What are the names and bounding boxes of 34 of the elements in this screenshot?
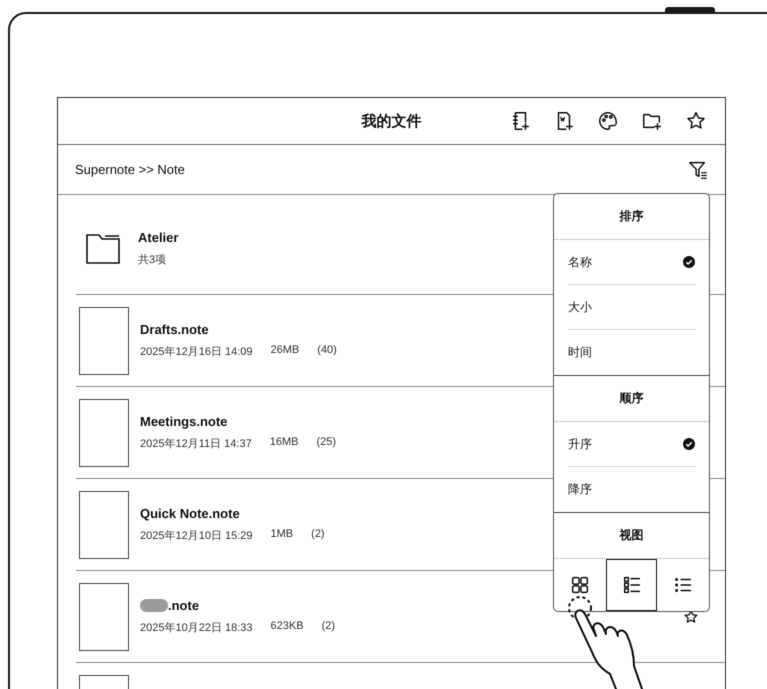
menu-heading: 顺序	[554, 376, 709, 422]
breadcrumb[interactable]: Supernote >> Note	[75, 162, 185, 177]
file-thumbnail[interactable]	[79, 582, 129, 650]
file-info: (2)	[311, 528, 325, 542]
file-info: 2025年12月10日 15:29	[140, 529, 253, 543]
file-thumbnail[interactable]	[79, 306, 129, 374]
file-info: 共3项	[138, 253, 166, 267]
menu-heading: 视图	[554, 513, 709, 559]
menu-heading: 排序	[554, 194, 709, 240]
file-info: 1MB	[270, 528, 294, 542]
menu-item[interactable]: 名称	[568, 240, 695, 285]
check-icon	[683, 256, 695, 268]
file-info: 16MB	[270, 436, 298, 450]
file-name[interactable]: .note	[140, 598, 683, 613]
file-info: 2025年12月11日 14:37	[140, 437, 252, 451]
menu-item[interactable]: 时间	[568, 330, 695, 375]
file-info: 2025年12月16日 14:09	[140, 345, 253, 359]
file-thumbnail[interactable]	[79, 398, 129, 466]
file-info: (40)	[317, 344, 337, 358]
tap-indicator	[568, 596, 592, 620]
file-info: 26MB	[270, 344, 300, 358]
file-info: (2)	[322, 620, 336, 634]
view-button[interactable]	[606, 559, 658, 611]
file-info: 2025年10月22日 18:33	[140, 621, 253, 635]
window-title: 我的文件	[362, 112, 422, 130]
file-info: (25)	[316, 436, 336, 450]
folder-icon	[85, 232, 121, 264]
check-icon	[683, 438, 695, 450]
menu-item[interactable]: 升序	[568, 422, 695, 467]
palette-icon[interactable]	[597, 110, 619, 132]
file-info: 623KB	[270, 620, 304, 634]
menu-item[interactable]: 降序	[568, 467, 695, 512]
menu-item[interactable]: 大小	[568, 285, 695, 330]
file-thumbnail[interactable]	[79, 490, 129, 558]
